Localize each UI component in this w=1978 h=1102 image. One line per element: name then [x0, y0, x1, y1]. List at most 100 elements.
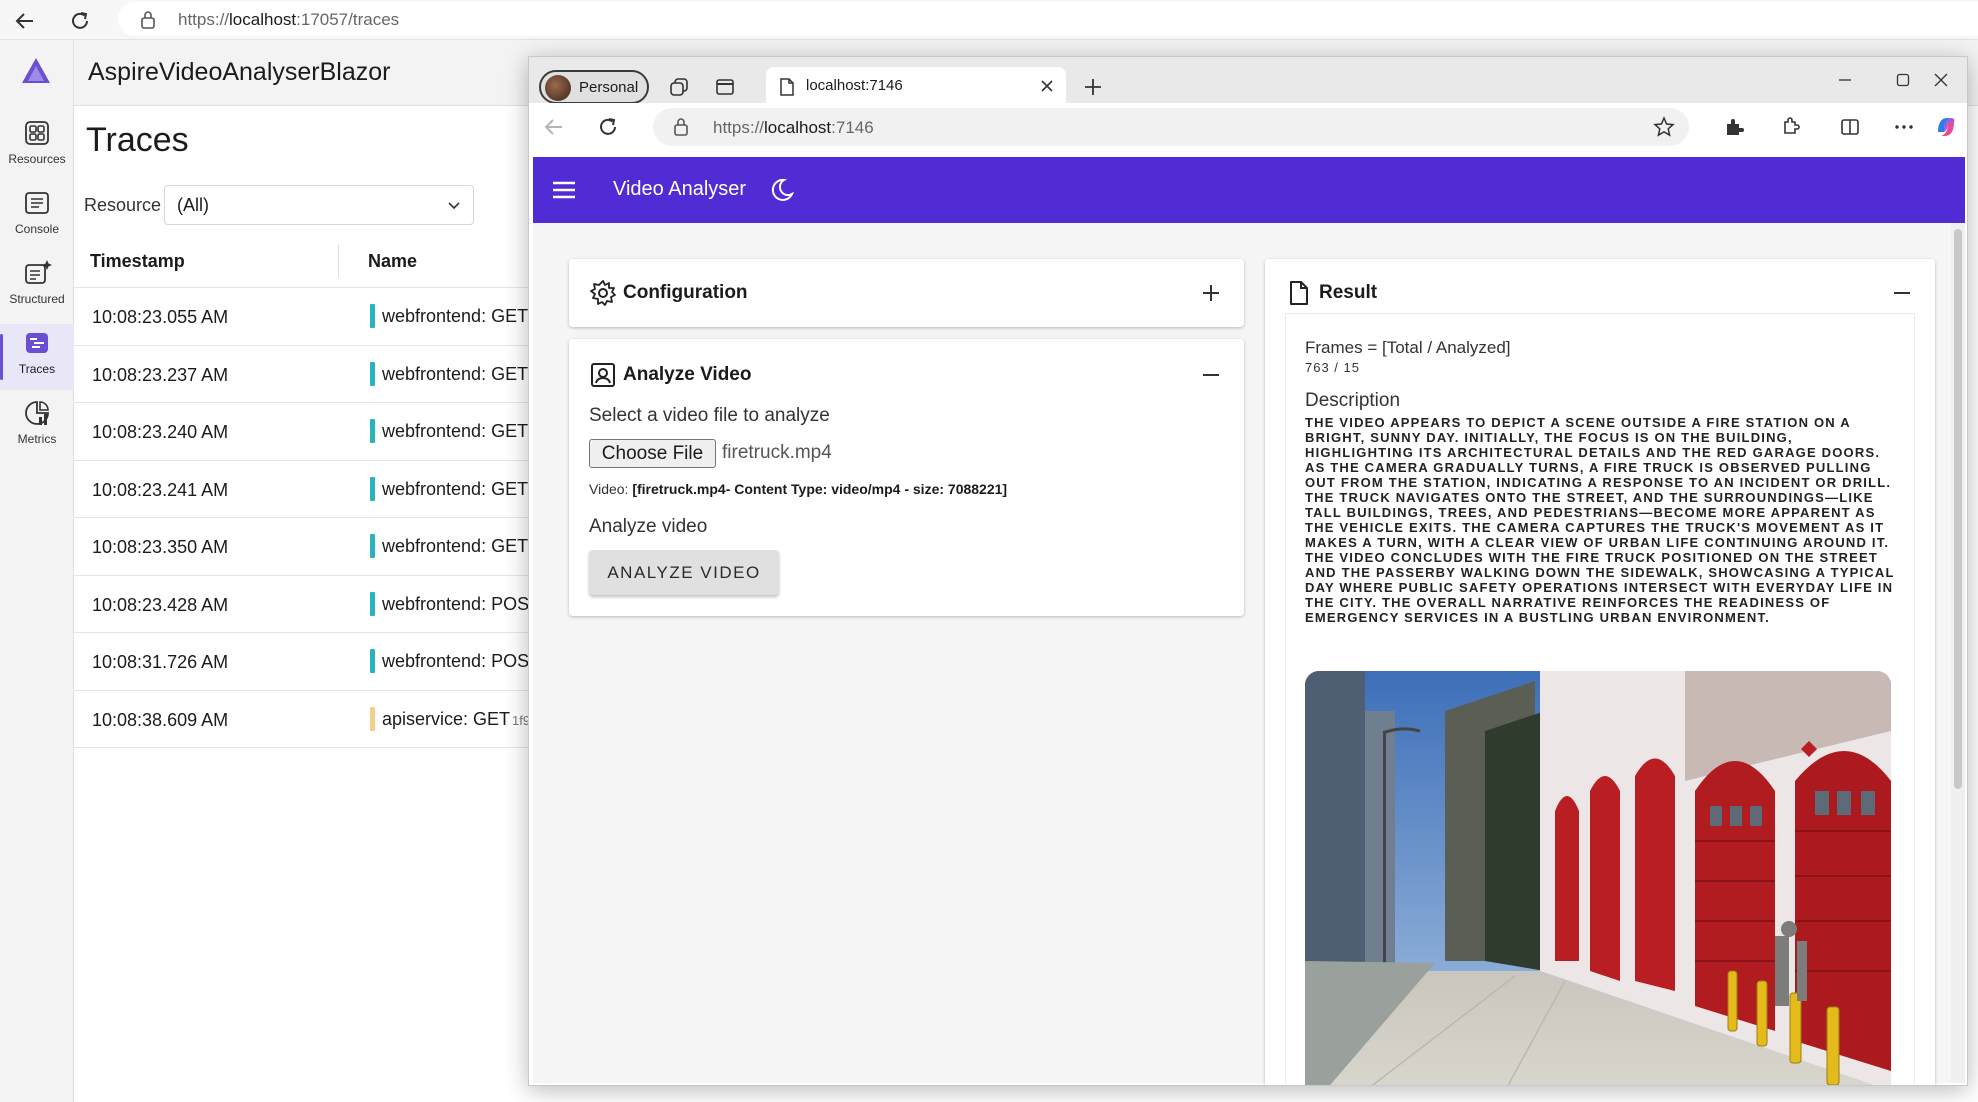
trace-name[interactable]: apiservice: GET [382, 709, 510, 730]
configuration-title: Configuration [623, 282, 748, 303]
edge-url: https://localhost:7146 [713, 118, 874, 137]
nav-label: Resources [8, 152, 66, 166]
video-frame-image [1305, 671, 1891, 1085]
frames-label: Frames = [Total / Analyzed] [1305, 338, 1511, 357]
close-tab-icon[interactable] [1036, 75, 1058, 97]
tab-title: localhost:7146 [806, 77, 903, 94]
dark-mode-moon-icon[interactable] [769, 177, 795, 203]
nav-label: Console [14, 222, 60, 236]
page-icon [778, 77, 796, 102]
edge-toolbar: https://localhost:7146 [529, 103, 1967, 151]
extension-puzzle-icon[interactable] [1719, 112, 1749, 142]
document-icon [1285, 279, 1313, 307]
table-row[interactable]: 10:08:23.055 AM webfrontend: GET / [74, 288, 538, 346]
resource-color-bar [370, 534, 375, 558]
minimize-icon[interactable] [1825, 65, 1865, 95]
edge-browser-window: Personal localhost:7146 https://localhos… [528, 56, 1968, 1086]
nav-metrics[interactable]: Metrics [0, 394, 74, 460]
trace-name[interactable]: webfrontend: POST [382, 651, 540, 672]
resource-color-bar [370, 361, 375, 386]
favorite-star-icon[interactable] [1653, 116, 1675, 143]
structured-logs-icon [22, 258, 52, 288]
gear-icon [589, 279, 617, 307]
table-body: 10:08:23.055 AM webfrontend: GET /10:08:2… [74, 288, 540, 748]
table-row[interactable]: 10:08:23.241 AM webfrontend: GET [74, 461, 534, 518]
table-row[interactable]: 10:08:31.726 AM webfrontend: POST [74, 633, 540, 691]
description-text: The video appears to depict a scene outs… [1305, 415, 1895, 625]
extensions-icon[interactable] [1775, 112, 1805, 142]
lock-icon [673, 117, 689, 142]
close-window-icon[interactable] [1921, 65, 1961, 95]
copilot-icon[interactable] [1931, 112, 1961, 142]
table-header: Timestamp Name [74, 234, 534, 288]
trace-name[interactable]: webfrontend: GET [382, 421, 528, 442]
description-label: Description [1305, 390, 1401, 411]
trace-name[interactable]: webfrontend: POST [382, 594, 540, 615]
column-header-timestamp[interactable]: Timestamp [90, 251, 185, 272]
tab-actions-icon[interactable] [711, 73, 739, 101]
choose-file-button[interactable]: Choose File [589, 439, 716, 468]
scrollbar[interactable] [1951, 223, 1965, 1083]
split-screen-icon[interactable] [1835, 112, 1865, 142]
resource-color-bar [370, 419, 375, 443]
new-tab-icon[interactable] [1079, 73, 1107, 101]
trace-timestamp: 10:08:23.241 AM [92, 479, 229, 500]
hamburger-menu-icon[interactable] [549, 175, 579, 205]
workspaces-icon[interactable] [665, 73, 693, 101]
nav-label: Structured [9, 292, 65, 306]
trace-timestamp: 10:08:23.240 AM [92, 422, 229, 442]
analyze-video-button[interactable]: ANALYZE VIDEO [589, 550, 779, 595]
more-options-icon[interactable] [1889, 112, 1919, 142]
resource-color-bar [370, 649, 375, 673]
configuration-panel[interactable]: Configuration [569, 259, 1244, 327]
reload-icon[interactable] [65, 6, 95, 36]
console-icon [22, 188, 52, 218]
video-portrait-icon [589, 361, 617, 389]
maximize-icon[interactable] [1883, 65, 1923, 95]
column-divider[interactable] [338, 244, 339, 278]
table-row[interactable]: 10:08:38.609 AM apiservice: GET 1f9 [74, 691, 534, 748]
app-title: AspireVideoAnalyserBlazor [88, 58, 391, 86]
nav-console[interactable]: Console [0, 184, 74, 250]
table-row[interactable]: 10:08:23.428 AM webfrontend: POST [74, 576, 540, 633]
table-row[interactable]: 10:08:23.350 AM webfrontend: GET / [74, 518, 538, 576]
column-header-name[interactable]: Name [368, 251, 417, 272]
nav-structured[interactable]: Structured [0, 254, 74, 320]
table-row[interactable]: 10:08:23.240 AM webfrontend: GET [74, 403, 534, 461]
video-info: Video: [firetruck.mp4- Content Type: vid… [589, 481, 1008, 497]
collapse-minus-icon[interactable] [1889, 280, 1915, 306]
selected-file-name: firetruck.mp4 [722, 442, 832, 463]
collapse-minus-icon[interactable] [1198, 362, 1224, 388]
result-content: Frames = [Total / Analyzed] 763 / 15 Des… [1285, 313, 1915, 1085]
aspire-logo-icon[interactable] [20, 56, 52, 86]
expand-plus-icon[interactable] [1198, 280, 1224, 306]
profile-button[interactable]: Personal [539, 70, 649, 104]
trace-timestamp: 10:08:31.726 AM [92, 652, 229, 672]
trace-name[interactable]: webfrontend: GET [382, 364, 528, 385]
resource-filter-value: (All) [177, 195, 209, 215]
tab-localhost[interactable]: localhost:7146 [766, 67, 1066, 105]
resources-grid-icon [22, 118, 52, 148]
trace-name[interactable]: webfrontend: GET [382, 479, 528, 500]
outer-url: https://localhost:17057/traces [178, 10, 400, 29]
resource-filter-select[interactable]: (All) [164, 185, 474, 225]
back-arrow-icon[interactable] [539, 112, 569, 142]
table-row[interactable]: 10:08:23.237 AM webfrontend: GET [74, 346, 534, 403]
nav-traces[interactable]: Traces [0, 324, 74, 390]
reload-icon[interactable] [593, 112, 623, 142]
trace-timestamp: 10:08:38.609 AM [92, 709, 229, 730]
trace-timestamp: 10:08:23.237 AM [92, 364, 229, 385]
outer-browser-toolbar: https://localhost:17057/traces [0, 0, 1978, 40]
app-content: Configuration Analyze Video Select a vid… [533, 223, 1965, 1085]
back-arrow-icon[interactable] [10, 6, 40, 36]
edge-address-bar[interactable]: https://localhost:7146 [653, 108, 1689, 146]
outer-address-bar[interactable]: https://localhost:17057/traces [118, 2, 1978, 36]
trace-timestamp: 10:08:23.055 AM [92, 307, 229, 327]
trace-name[interactable]: webfrontend: GET / [382, 536, 538, 557]
trace-timestamp: 10:08:23.428 AM [92, 594, 229, 615]
trace-name[interactable]: webfrontend: GET / [382, 306, 538, 327]
app-title: Video Analyser [613, 178, 747, 200]
nav-resources[interactable]: Resources [0, 114, 74, 180]
resource-color-bar [370, 476, 375, 501]
scrollbar-thumb[interactable] [1954, 229, 1962, 789]
